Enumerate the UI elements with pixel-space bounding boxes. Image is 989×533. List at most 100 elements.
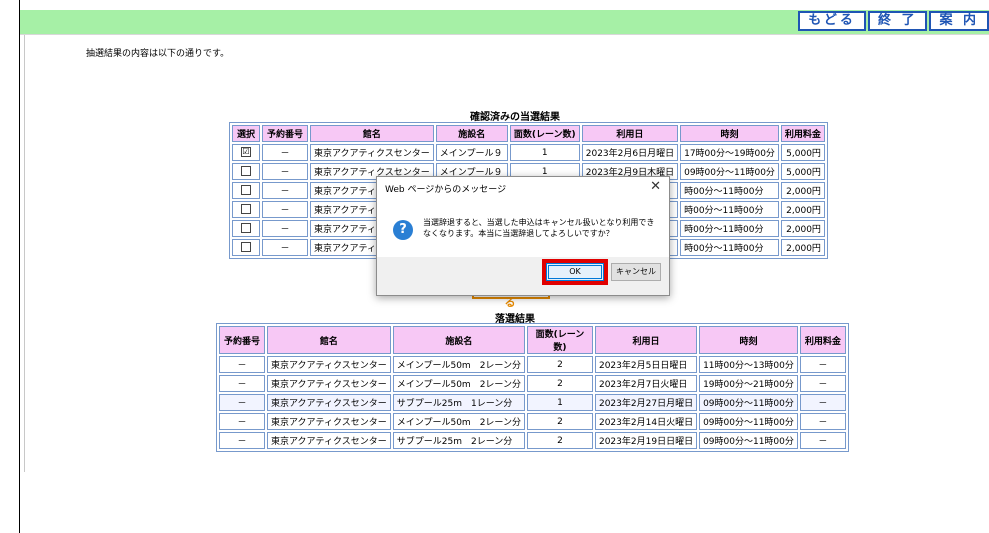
reservation-no: －: [219, 375, 265, 392]
dialog-message: 当選辞退すると、当選した申込はキャンセル扱いとなり利用できなくなります。本当に当…: [423, 218, 655, 238]
ok-button[interactable]: OK: [546, 263, 604, 281]
exit-button[interactable]: 終 了: [867, 11, 928, 31]
reservation-no: －: [262, 163, 308, 180]
guide-button[interactable]: 案 内: [929, 11, 989, 31]
content-left-rule: [24, 35, 25, 472]
fee: －: [799, 413, 846, 430]
fee: －: [799, 356, 846, 373]
col-count: 面数(レーン数): [509, 125, 580, 142]
frame-divider: [19, 0, 20, 533]
use-date: 2023年2月5日日曜日: [594, 356, 698, 373]
lost-header-row: 予約番号 館名 施設名 面数(レーン数) 利用日 時刻 利用料金: [219, 326, 846, 354]
time-range: 17時00分～19時00分: [680, 144, 779, 161]
confirm-dialog: Web ページからのメッセージ ✕ ? 当選辞退すると、当選した申込はキャンセル…: [376, 176, 670, 296]
lane-count: 2: [526, 375, 593, 392]
use-date: 2023年2月14日火曜日: [594, 413, 698, 430]
select-checkbox[interactable]: ☑: [241, 147, 251, 158]
hall-name: 東京アクアティクスセンター: [267, 375, 391, 392]
col-hall: 館名: [267, 326, 391, 354]
select-checkbox[interactable]: [241, 204, 251, 215]
time-range: 19時00分～21時00分: [699, 375, 798, 392]
intro-text: 抽選結果の内容は以下の通りです。: [86, 49, 230, 59]
fee: 5,000円: [780, 144, 825, 161]
reservation-no: －: [262, 144, 308, 161]
lane-count: 2: [526, 356, 593, 373]
facility-name: サブプール25m 1レーン分: [392, 394, 525, 411]
facility-name: メインプール９: [435, 144, 508, 161]
facility-name: サブプール25m 2レーン分: [392, 432, 525, 449]
col-count: 面数(レーン数): [526, 326, 593, 354]
col-reservation-no: 予約番号: [219, 326, 265, 354]
left-frame: [0, 0, 20, 533]
reservation-no: －: [219, 413, 265, 430]
select-checkbox[interactable]: [241, 242, 251, 253]
fee: 2,000円: [780, 182, 825, 199]
select-checkbox[interactable]: [241, 223, 251, 234]
col-date: 利用日: [581, 125, 679, 142]
back-button[interactable]: もどる: [798, 11, 866, 31]
time-range: 時00分～11時00分: [680, 239, 779, 256]
fee: 2,000円: [780, 239, 825, 256]
time-range: 時00分～11時00分: [680, 182, 779, 199]
time-range: 09時00分～11時00分: [680, 163, 779, 180]
select-checkbox[interactable]: [241, 166, 251, 177]
lost-row: － 東京アクアティクスセンター メインプール50m 2レーン分 2 2023年2…: [219, 413, 846, 430]
won-header-row: 選択 予約番号 館名 施設名 面数(レーン数) 利用日 時刻 利用料金: [232, 125, 825, 142]
use-date: 2023年2月6日月曜日: [581, 144, 679, 161]
col-time: 時刻: [680, 125, 779, 142]
lane-count: 1: [509, 144, 580, 161]
reservation-no: －: [262, 220, 308, 237]
reservation-no: －: [262, 182, 308, 199]
top-bar-divider: [20, 34, 989, 35]
dialog-body: ? 当選辞退すると、当選した申込はキャンセル扱いとなり利用できなくなります。本当…: [377, 199, 669, 257]
reservation-no: －: [219, 356, 265, 373]
reservation-no: －: [262, 239, 308, 256]
time-range: 時00分～11時00分: [680, 201, 779, 218]
nav-buttons: もどる 終 了 案 内: [798, 11, 989, 31]
col-fee: 利用料金: [799, 326, 846, 354]
cancel-button[interactable]: キャンセル: [611, 263, 661, 281]
facility-name: メインプール50m 2レーン分: [392, 356, 525, 373]
question-icon: ?: [393, 220, 413, 240]
hall-name: 東京アクアティクスセンター: [267, 432, 391, 449]
reservation-no: －: [262, 201, 308, 218]
won-row: ☑ － 東京アクアティクスセンター メインプール９ 1 2023年2月6日月曜日…: [232, 144, 825, 161]
col-select: 選択: [232, 125, 260, 142]
use-date: 2023年2月27日月曜日: [594, 394, 698, 411]
fee: －: [799, 394, 846, 411]
use-date: 2023年2月19日日曜日: [594, 432, 698, 449]
lost-row: － 東京アクアティクスセンター メインプール50m 2レーン分 2 2023年2…: [219, 356, 846, 373]
dialog-titlebar: Web ページからのメッセージ ✕: [377, 177, 669, 199]
col-fee: 利用料金: [780, 125, 825, 142]
col-facility: 施設名: [435, 125, 508, 142]
hall-name: 東京アクアティクスセンター: [267, 413, 391, 430]
col-reservation-no: 予約番号: [262, 125, 308, 142]
lane-count: 2: [526, 432, 593, 449]
reservation-no: －: [219, 432, 265, 449]
time-range: 09時00分～11時00分: [699, 413, 798, 430]
select-checkbox[interactable]: [241, 185, 251, 196]
fee: 2,000円: [780, 201, 825, 218]
lost-table: 予約番号 館名 施設名 面数(レーン数) 利用日 時刻 利用料金 － 東京アクア…: [216, 323, 849, 452]
lost-row: － 東京アクアティクスセンター メインプール50m 2レーン分 2 2023年2…: [219, 375, 846, 392]
time-range: 時00分～11時00分: [680, 220, 779, 237]
hall-name: 東京アクアティクスセンター: [310, 144, 434, 161]
time-range: 09時00分～11時00分: [699, 432, 798, 449]
use-date: 2023年2月7日火曜日: [594, 375, 698, 392]
lost-row: － 東京アクアティクスセンター サブプール25m 1レーン分 1 2023年2月…: [219, 394, 846, 411]
fee: －: [799, 432, 846, 449]
col-facility: 施設名: [392, 326, 525, 354]
col-time: 時刻: [699, 326, 798, 354]
col-hall: 館名: [310, 125, 434, 142]
close-icon[interactable]: ✕: [650, 179, 661, 194]
won-section-title: 確認済みの当選結果: [470, 112, 560, 123]
time-range: 11時00分～13時00分: [699, 356, 798, 373]
hall-name: 東京アクアティクスセンター: [267, 394, 391, 411]
fee: 5,000円: [780, 163, 825, 180]
fee: 2,000円: [780, 220, 825, 237]
fee: －: [799, 375, 846, 392]
lane-count: 1: [526, 394, 593, 411]
dialog-title: Web ページからのメッセージ: [385, 185, 507, 195]
hall-name: 東京アクアティクスセンター: [267, 356, 391, 373]
reservation-no: －: [219, 394, 265, 411]
